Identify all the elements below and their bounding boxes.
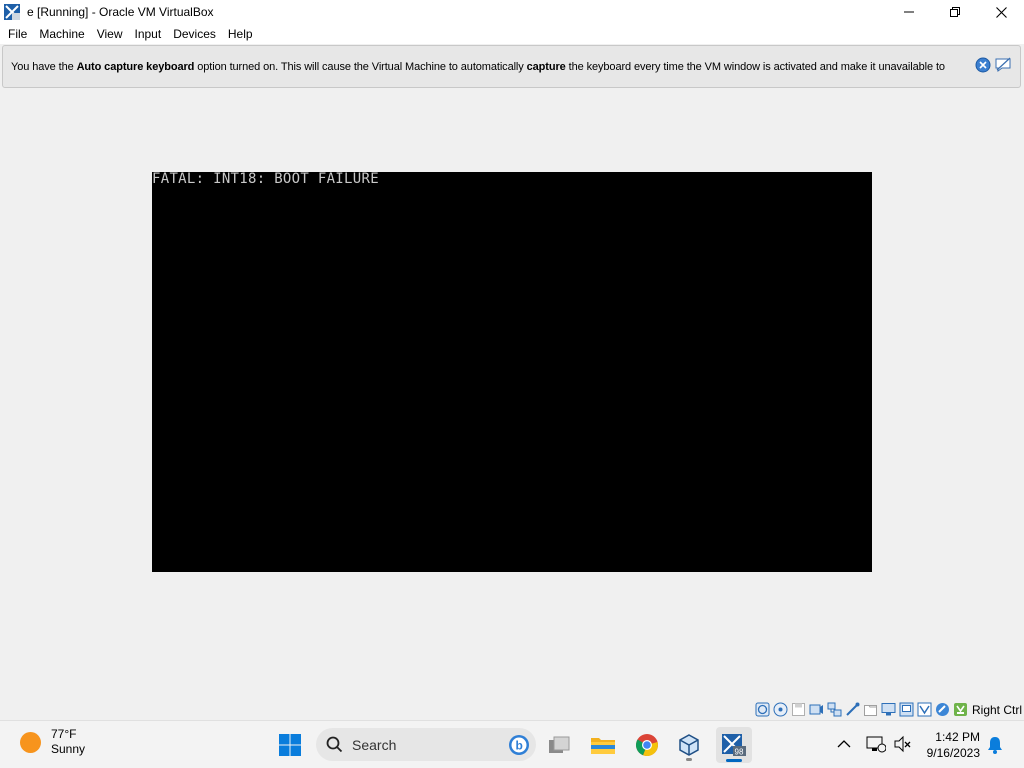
host-key-label[interactable]: Right Ctrl (972, 703, 1022, 717)
weather-condition: Sunny (51, 742, 86, 756)
close-button[interactable] (978, 0, 1024, 24)
virtualbox-manager-button[interactable] (671, 727, 707, 763)
notice-mute-button[interactable] (994, 57, 1012, 76)
svg-text:98: 98 (735, 748, 744, 757)
network-status-button[interactable] (866, 735, 887, 756)
close-icon (975, 57, 991, 73)
notice-bold-text: Auto capture keyboard (76, 60, 195, 73)
notice-close-button[interactable] (975, 57, 991, 76)
title-bar: e [Running] - Oracle VM VirtualBox (0, 0, 1024, 24)
optical-drive-icon[interactable] (773, 702, 788, 717)
shared-folders-icon[interactable] (863, 702, 878, 717)
start-button[interactable] (272, 727, 308, 763)
minimize-button[interactable] (886, 0, 932, 24)
menu-bar: File Machine View Input Devices Help (0, 24, 1024, 44)
clock-time: 1:42 PM (935, 730, 980, 744)
volume-button[interactable] (893, 735, 913, 756)
cpu-icon[interactable] (917, 702, 932, 717)
running-indicator (686, 758, 692, 761)
windows-start-icon (279, 734, 301, 756)
notice-text-part: You have the (11, 60, 77, 73)
usb-icon[interactable] (845, 702, 860, 717)
floppy-icon[interactable] (791, 702, 806, 717)
virtualbox-app-icon[interactable] (3, 3, 21, 21)
search-label: Search (352, 736, 397, 753)
taskbar-search-box[interactable]: Search b (316, 728, 536, 761)
notice-text-part: option turned on. This will cause the Vi… (194, 60, 527, 73)
vm-window-button[interactable]: 98 (716, 727, 752, 763)
minimize-icon (904, 11, 914, 13)
menu-machine[interactable]: Machine (33, 24, 90, 44)
clock-date: 9/16/2023 (926, 746, 980, 760)
task-view-icon (549, 736, 570, 753)
restore-button[interactable] (932, 0, 978, 24)
vm-window-icon: 98 (722, 734, 746, 757)
mute-notice-icon (995, 57, 1011, 72)
taskbar: 77°F Sunny Search b 98 1:42 PM 9/16/2023 (0, 720, 1024, 768)
speaker-muted-icon (894, 735, 911, 753)
search-icon (326, 736, 343, 753)
menu-view[interactable]: View (91, 24, 129, 44)
status-bar: Right Ctrl (0, 699, 1024, 720)
notice-bold-text: capture (526, 60, 566, 73)
active-indicator (726, 759, 742, 762)
chevron-up-icon (837, 740, 851, 748)
task-view-button[interactable] (541, 727, 577, 763)
notifications-button[interactable] (986, 736, 1004, 757)
mouse-integration-icon[interactable] (935, 702, 950, 717)
menu-devices[interactable]: Devices (167, 24, 222, 44)
ethernet-icon (866, 736, 887, 753)
auto-capture-notice: You have the Auto capture keyboard optio… (2, 45, 1021, 88)
keyboard-icon[interactable] (953, 702, 968, 717)
network-icon[interactable] (827, 702, 842, 717)
boot-failure-message: FATAL: INT18: BOOT FAILURE (152, 171, 379, 187)
menu-file[interactable]: File (2, 24, 33, 44)
virtualbox-cube-icon (679, 734, 699, 756)
bell-icon (988, 737, 1002, 754)
notice-text: You have the Auto capture keyboard optio… (11, 61, 973, 73)
menu-help[interactable]: Help (222, 24, 259, 44)
display-icon[interactable] (881, 702, 896, 717)
restore-icon (950, 7, 960, 17)
show-hidden-icons-button[interactable] (836, 737, 852, 754)
svg-text:b: b (516, 739, 523, 753)
hard-disk-icon[interactable] (755, 702, 770, 717)
weather-temperature: 77°F (51, 727, 77, 741)
audio-icon[interactable] (809, 702, 824, 717)
chrome-button[interactable] (629, 727, 665, 763)
menu-input[interactable]: Input (129, 24, 168, 44)
vm-display[interactable]: FATAL: INT18: BOOT FAILURE (152, 172, 872, 572)
bing-icon[interactable]: b (508, 734, 530, 759)
folder-icon (591, 738, 615, 754)
window-title: e [Running] - Oracle VM VirtualBox (27, 5, 214, 19)
notice-text-part: the keyboard every time the VM window is… (565, 60, 945, 73)
video-capture-icon[interactable] (899, 702, 914, 717)
close-icon (995, 6, 1007, 18)
chrome-icon (635, 734, 658, 757)
file-explorer-button[interactable] (585, 727, 621, 763)
clock[interactable]: 1:42 PM 9/16/2023 (927, 729, 980, 761)
sun-icon (20, 731, 41, 753)
weather-widget[interactable]: 77°F Sunny (20, 727, 85, 757)
